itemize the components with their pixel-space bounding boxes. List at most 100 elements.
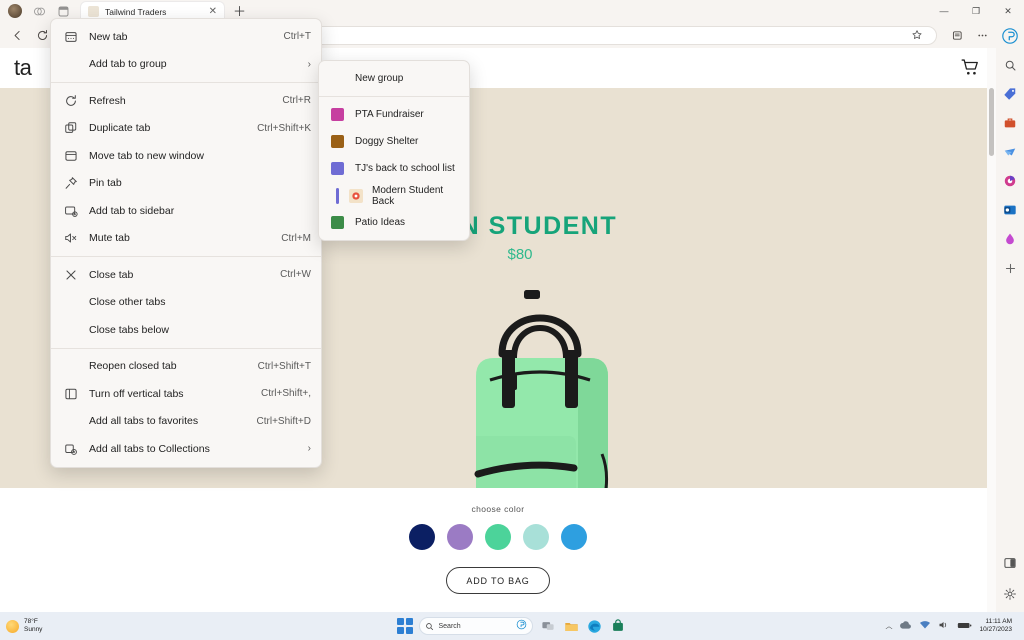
blank-icon <box>63 413 79 429</box>
menu-label: Add all tabs to Collections <box>89 443 298 455</box>
menu-item-refresh[interactable]: Refresh Ctrl+R <box>51 87 321 115</box>
menu-accel: Ctrl+M <box>281 233 311 244</box>
taskbar-clock[interactable]: 11:11 AM 10/27/2023 <box>979 618 1012 635</box>
vertical-tabs-icon <box>63 386 79 402</box>
menu-accel: Ctrl+W <box>280 269 311 280</box>
tools-icon[interactable] <box>1000 113 1020 133</box>
menu-label: Close other tabs <box>89 296 299 308</box>
product-price: $80 <box>310 246 730 263</box>
network-icon[interactable] <box>919 617 931 635</box>
menu-item-close-tabs-below[interactable]: Close tabs below <box>51 316 321 344</box>
tab-actions-icon[interactable] <box>56 4 70 18</box>
menu-item-turn-off-vertical-tabs[interactable]: Turn off vertical tabs Ctrl+Shift+, <box>51 380 321 408</box>
color-swatch-blue[interactable] <box>561 524 587 550</box>
address-bar-actions <box>906 24 928 46</box>
color-swatch-light-teal[interactable] <box>523 524 549 550</box>
menu-label: Add all tabs to favorites <box>89 415 245 427</box>
tab-favicon <box>88 6 99 17</box>
add-favorite-icon[interactable] <box>906 24 928 46</box>
menu-item-add-all-tabs-to-collections[interactable]: Add all tabs to Collections › <box>51 435 321 463</box>
battery-icon[interactable] <box>957 617 972 635</box>
minimize-button[interactable]: — <box>928 0 960 22</box>
drop-icon[interactable] <box>1000 229 1020 249</box>
file-explorer-icon[interactable] <box>563 617 580 635</box>
menu-item-add-all-tabs-to-favorites[interactable]: Add all tabs to favorites Ctrl+Shift+D <box>51 408 321 436</box>
screen: Tailwind Traders ✕ ＋ — ❐ ✕ <box>0 0 1024 640</box>
menu-label: Move tab to new window <box>89 150 299 162</box>
store-icon[interactable] <box>610 617 627 635</box>
menu-item-add-tab-to-group[interactable]: Add tab to group › <box>51 51 321 79</box>
outlook-icon[interactable] <box>1000 200 1020 220</box>
edge-icon[interactable] <box>586 617 603 635</box>
menu-item-close-tab[interactable]: Close tab Ctrl+W <box>51 261 321 289</box>
close-button[interactable]: ✕ <box>992 0 1024 22</box>
submenu-item-new-group[interactable]: New group <box>319 65 469 92</box>
profile-avatar[interactable] <box>8 4 22 18</box>
menu-item-move-tab-to-new-window[interactable]: Move tab to new window <box>51 142 321 170</box>
page-scrollbar[interactable] <box>987 48 996 612</box>
menu-item-add-tab-to-sidebar[interactable]: Add tab to sidebar <box>51 197 321 225</box>
sidebar-settings-icon[interactable] <box>1000 584 1020 604</box>
system-tray: ︿ 11:11 AM 10/27/2023 <box>885 617 1018 635</box>
close-icon <box>63 267 79 283</box>
workspaces-icon[interactable] <box>32 4 46 18</box>
menu-label: Add tab to group <box>89 58 298 70</box>
menu-label: Mute tab <box>89 232 269 244</box>
maximize-button[interactable]: ❐ <box>960 0 992 22</box>
show-hidden-icons[interactable]: ︿ <box>885 621 892 631</box>
search-placeholder: Search <box>439 623 461 630</box>
color-swatch-purple[interactable] <box>447 524 473 550</box>
menu-item-duplicate-tab[interactable]: Duplicate tab Ctrl+Shift+K <box>51 115 321 143</box>
sidebar-bottom-actions <box>1000 553 1020 612</box>
shopping-tag-icon[interactable] <box>1000 84 1020 104</box>
weather-condition: Sunny <box>24 626 42 634</box>
onedrive-icon[interactable] <box>899 617 912 635</box>
submenu-item-tjs-back-to-school-list[interactable]: TJ's back to school list <box>319 155 469 182</box>
menu-accel: Ctrl+Shift+T <box>258 361 311 372</box>
volume-icon[interactable] <box>938 617 950 635</box>
task-view-icon[interactable] <box>539 617 556 635</box>
add-to-bag-button[interactable]: ADD TO BAG <box>446 567 550 594</box>
group-color-bar <box>336 188 339 204</box>
pin-icon <box>63 175 79 191</box>
back-arrow-icon[interactable] <box>6 24 28 46</box>
submenu-item-doggy-shelter[interactable]: Doggy Shelter <box>319 128 469 155</box>
start-button[interactable] <box>397 618 413 634</box>
tab-close-icon[interactable]: ✕ <box>206 7 220 17</box>
submenu-label: Doggy Shelter <box>355 136 418 147</box>
site-logo[interactable]: ta <box>14 55 31 81</box>
shopping-cart-icon[interactable] <box>960 57 982 79</box>
split-screen-icon[interactable] <box>1000 553 1020 573</box>
games-icon[interactable] <box>1000 142 1020 162</box>
sun-icon <box>6 620 19 633</box>
copilot-icon[interactable] <box>1000 26 1020 46</box>
menu-label: Close tab <box>89 269 268 281</box>
submenu-label: PTA Fundraiser <box>355 109 424 120</box>
menu-item-reopen-closed-tab[interactable]: Reopen closed tab Ctrl+Shift+T <box>51 353 321 381</box>
search-icon[interactable] <box>1000 55 1020 75</box>
submenu-item-pta-fundraiser[interactable]: PTA Fundraiser <box>319 101 469 128</box>
microsoft-365-icon[interactable] <box>1000 171 1020 191</box>
weather-widget[interactable]: 78°F Sunny <box>6 618 42 634</box>
blank-icon <box>63 294 79 310</box>
menu-separator <box>51 348 321 349</box>
new-tab-button[interactable]: ＋ <box>233 5 246 18</box>
menu-item-pin-tab[interactable]: Pin tab <box>51 170 321 198</box>
mute-icon <box>63 230 79 246</box>
menu-item-mute-tab[interactable]: Mute tab Ctrl+M <box>51 225 321 253</box>
submenu-item-patio-ideas[interactable]: Patio Ideas <box>319 209 469 236</box>
submenu-item-modern-student-back[interactable]: Modern Student Back <box>319 182 469 209</box>
color-swatch-green[interactable] <box>485 524 511 550</box>
menu-item-close-other-tabs[interactable]: Close other tabs <box>51 289 321 317</box>
submenu-label: Modern Student Back <box>372 185 459 207</box>
collections-icon[interactable] <box>946 24 968 46</box>
scrollbar-thumb[interactable] <box>989 88 994 156</box>
menu-separator <box>51 82 321 83</box>
menu-item-new-tab[interactable]: New tab Ctrl+T <box>51 23 321 51</box>
refresh-icon <box>63 93 79 109</box>
copilot-icon[interactable] <box>516 617 527 635</box>
taskbar-search[interactable]: Search <box>419 617 534 635</box>
add-sidebar-app-icon[interactable] <box>1000 258 1020 278</box>
color-swatch-navy[interactable] <box>409 524 435 550</box>
more-options-icon[interactable] <box>971 24 993 46</box>
